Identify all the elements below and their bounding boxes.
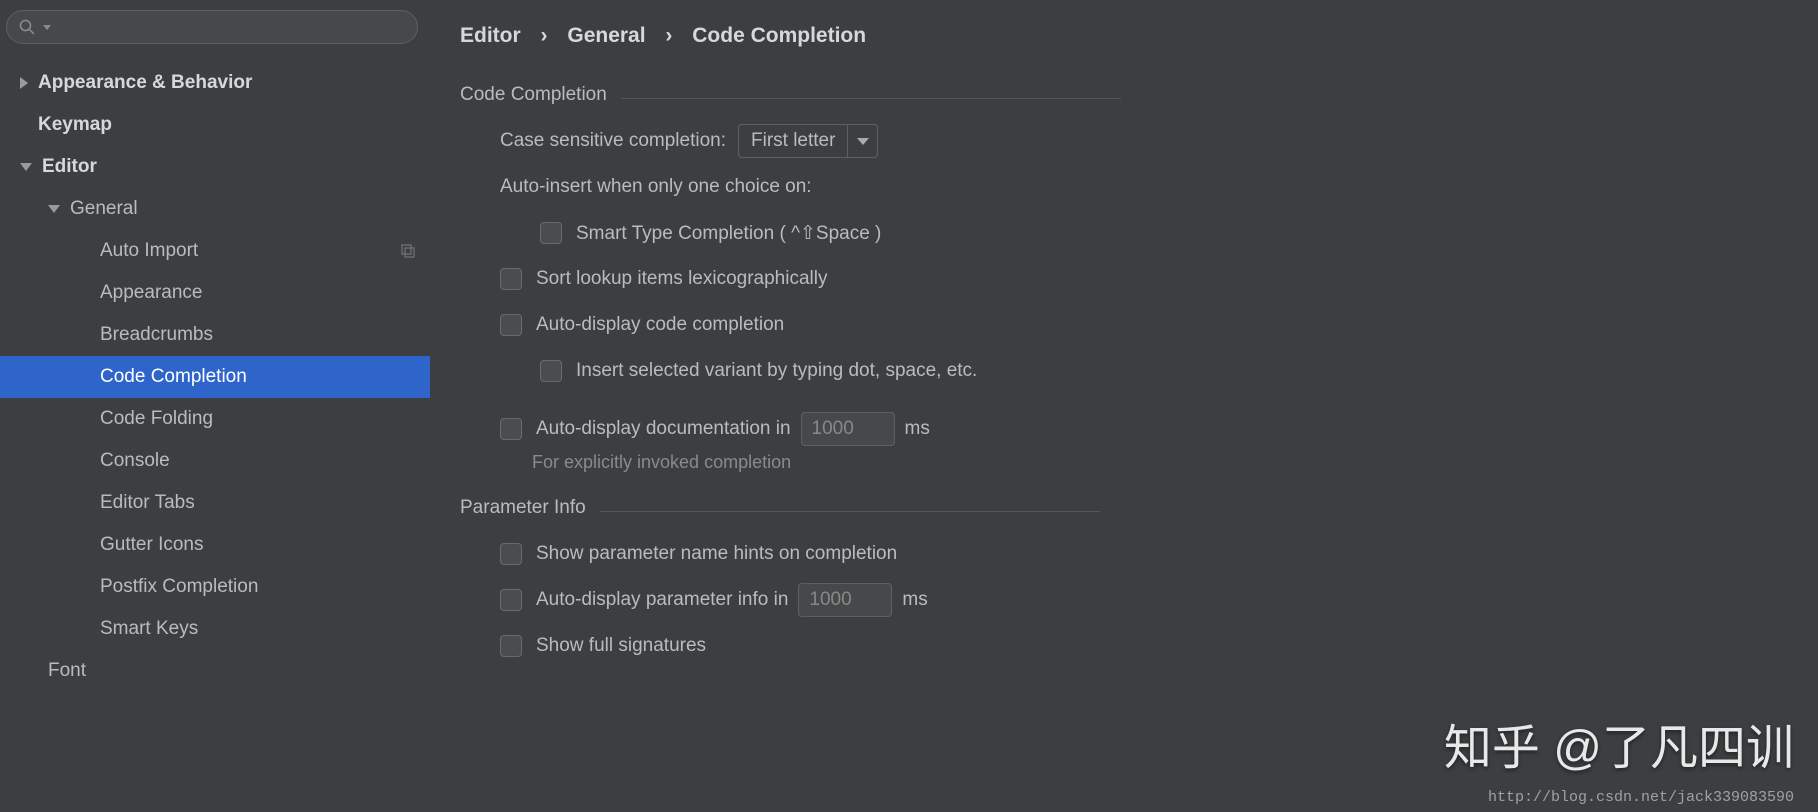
sidebar-item-appearance-behavior[interactable]: Appearance & Behavior — [0, 62, 430, 104]
breadcrumb-code-completion: Code Completion — [692, 24, 866, 47]
auto-doc-label[interactable]: Auto-display documentation in — [536, 418, 791, 440]
param-hints-checkbox[interactable] — [500, 543, 522, 565]
auto-doc-ms-input[interactable] — [801, 412, 895, 446]
tree-label: Code Completion — [100, 366, 416, 388]
section-parameter-info: Parameter Info — [460, 497, 1788, 519]
auto-display-label[interactable]: Auto-display code completion — [536, 314, 784, 336]
tree-label: General — [70, 198, 416, 220]
expand-arrow-icon — [20, 77, 28, 89]
auto-insert-label: Auto-insert when only one choice on: — [500, 176, 812, 198]
collapse-arrow-icon — [48, 205, 60, 213]
ms-label: ms — [902, 589, 927, 611]
tree-label: Console — [100, 450, 416, 472]
select-button[interactable] — [847, 125, 877, 157]
sidebar-item-auto-import[interactable]: Auto Import — [0, 230, 430, 272]
tree-label: Keymap — [38, 114, 416, 136]
sidebar-item-smart-keys[interactable]: Smart Keys — [0, 608, 430, 650]
auto-param-label[interactable]: Auto-display parameter info in — [536, 589, 788, 611]
case-sensitive-select[interactable]: First letter — [738, 124, 878, 158]
tree-label: Appearance — [100, 282, 416, 304]
search-icon — [19, 19, 35, 35]
section-code-completion: Code Completion — [460, 84, 1788, 106]
sidebar-item-code-folding[interactable]: Code Folding — [0, 398, 430, 440]
smart-type-checkbox[interactable] — [540, 222, 562, 244]
select-value: First letter — [739, 130, 847, 152]
sidebar-item-breadcrumbs[interactable]: Breadcrumbs — [0, 314, 430, 356]
sidebar-item-general[interactable]: General — [0, 188, 430, 230]
chevron-right-icon: › — [541, 24, 548, 47]
copy-icon — [400, 243, 416, 259]
settings-sidebar: Appearance & Behavior Keymap Editor Gene… — [0, 0, 430, 812]
sidebar-item-editor[interactable]: Editor — [0, 146, 430, 188]
collapse-arrow-icon — [20, 163, 32, 171]
breadcrumb-editor[interactable]: Editor — [460, 24, 521, 47]
tree-label: Gutter Icons — [100, 534, 416, 556]
section-heading: Code Completion — [460, 84, 607, 106]
auto-param-checkbox[interactable] — [500, 589, 522, 611]
sidebar-item-gutter-icons[interactable]: Gutter Icons — [0, 524, 430, 566]
auto-doc-hint: For explicitly invoked completion — [500, 452, 1788, 473]
sidebar-item-editor-tabs[interactable]: Editor Tabs — [0, 482, 430, 524]
tree-label: Font — [48, 660, 416, 682]
section-heading: Parameter Info — [460, 497, 586, 519]
sidebar-item-code-completion[interactable]: Code Completion — [0, 356, 430, 398]
auto-param-ms-input[interactable] — [798, 583, 892, 617]
sidebar-item-keymap[interactable]: Keymap — [0, 104, 430, 146]
watermark-text: 知乎 @了凡四训 — [1444, 708, 1794, 778]
tree-label: Appearance & Behavior — [38, 72, 416, 94]
case-sensitive-label: Case sensitive completion: — [500, 130, 726, 152]
settings-tree: Appearance & Behavior Keymap Editor Gene… — [0, 56, 430, 692]
sidebar-item-postfix-completion[interactable]: Postfix Completion — [0, 566, 430, 608]
tree-label: Postfix Completion — [100, 576, 416, 598]
insert-variant-checkbox[interactable] — [540, 360, 562, 382]
breadcrumb: Editor › General › Code Completion — [460, 24, 1788, 48]
sidebar-item-font[interactable]: Font — [0, 650, 430, 692]
tree-label: Code Folding — [100, 408, 416, 430]
sidebar-item-console[interactable]: Console — [0, 440, 430, 482]
chevron-down-icon[interactable] — [43, 25, 51, 30]
full-sig-label[interactable]: Show full signatures — [536, 635, 706, 657]
auto-doc-checkbox[interactable] — [500, 418, 522, 440]
main-panel: Editor › General › Code Completion Code … — [430, 0, 1818, 812]
tree-label: Breadcrumbs — [100, 324, 416, 346]
sort-lexi-checkbox[interactable] — [500, 268, 522, 290]
sidebar-item-appearance[interactable]: Appearance — [0, 272, 430, 314]
search-input[interactable] — [6, 10, 418, 44]
auto-display-checkbox[interactable] — [500, 314, 522, 336]
tree-label: Editor — [42, 156, 416, 178]
sort-lexi-label[interactable]: Sort lookup items lexicographically — [536, 268, 827, 290]
insert-variant-label[interactable]: Insert selected variant by typing dot, s… — [576, 360, 977, 382]
param-hints-label[interactable]: Show parameter name hints on completion — [536, 543, 897, 565]
divider — [600, 511, 1100, 512]
smart-type-label[interactable]: Smart Type Completion ( ^⇧Space ) — [576, 222, 881, 245]
chevron-right-icon: › — [665, 24, 672, 47]
watermark-url: http://blog.csdn.net/jack339083590 — [1488, 789, 1794, 806]
ms-label: ms — [905, 418, 930, 440]
breadcrumb-general[interactable]: General — [567, 24, 645, 47]
tree-label: Auto Import — [100, 240, 400, 262]
divider — [621, 98, 1121, 99]
tree-label: Editor Tabs — [100, 492, 416, 514]
tree-label: Smart Keys — [100, 618, 416, 640]
chevron-down-icon — [857, 138, 869, 145]
full-sig-checkbox[interactable] — [500, 635, 522, 657]
